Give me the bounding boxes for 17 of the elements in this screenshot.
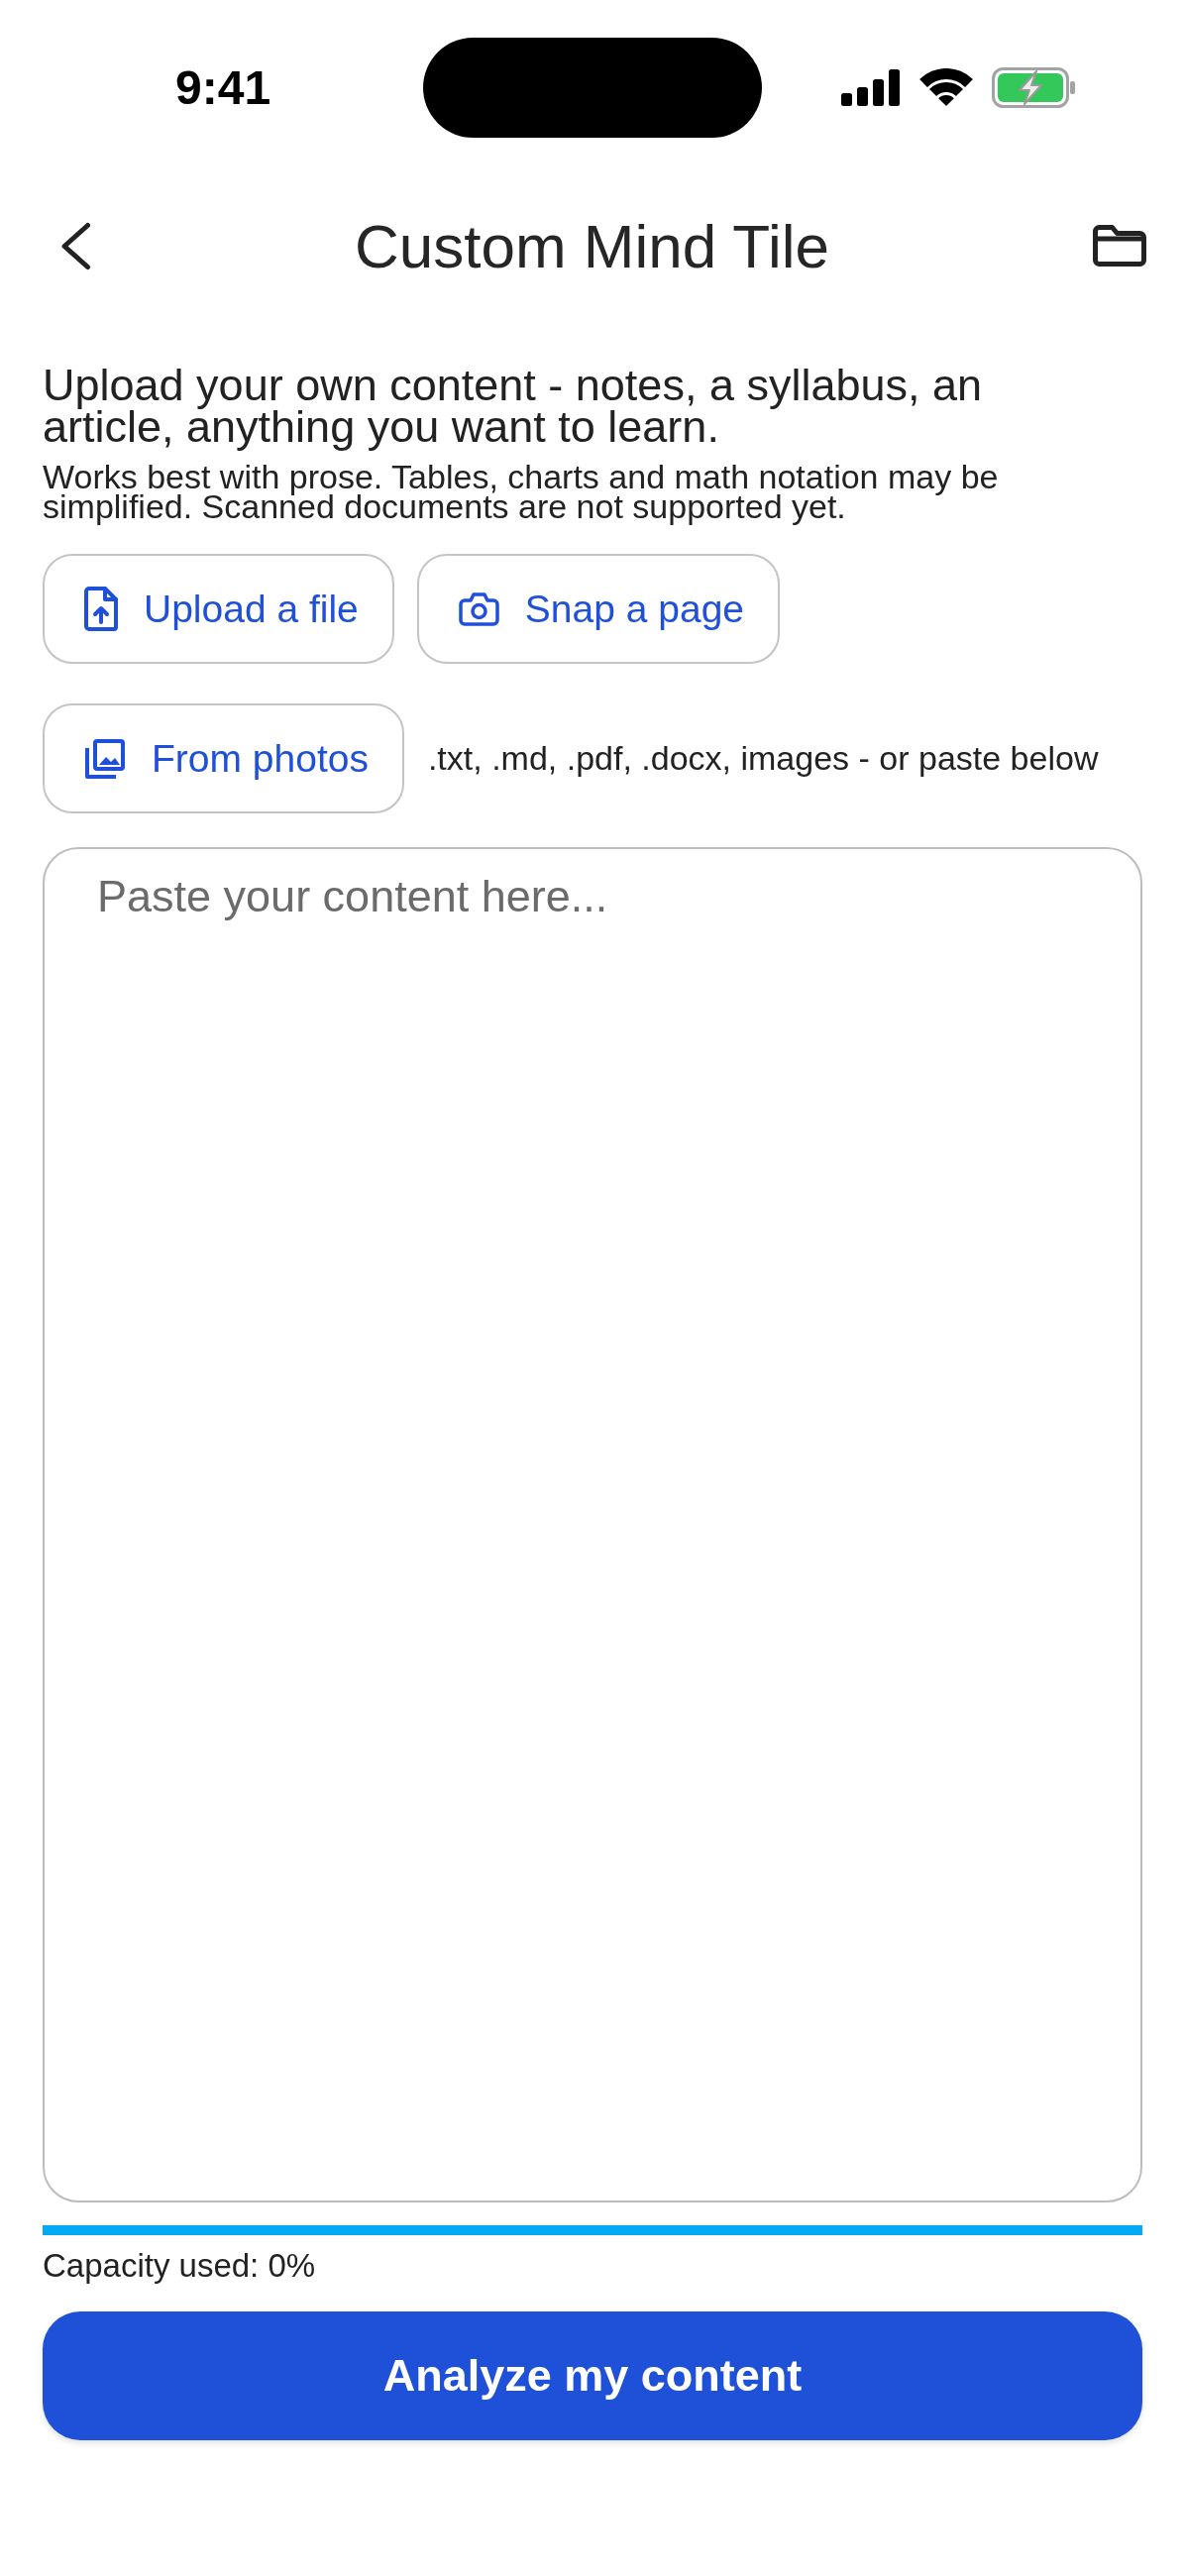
from-photos-button[interactable]: From photos xyxy=(43,703,404,813)
status-time: 9:41 xyxy=(175,59,270,115)
wifi-icon xyxy=(919,68,973,106)
capacity-label: Capacity used: 0% xyxy=(43,2246,316,2286)
battery-charging-icon xyxy=(992,66,1076,108)
photo-stack-icon xyxy=(84,737,126,780)
back-icon[interactable] xyxy=(60,221,91,270)
signal-icon xyxy=(841,68,901,106)
upload-file-button[interactable]: Upload a file xyxy=(43,554,394,664)
folder-icon[interactable] xyxy=(1093,224,1147,268)
snap-page-button[interactable]: Snap a page xyxy=(416,554,780,664)
content-input-field[interactable]: Paste your content here... xyxy=(43,847,1142,2202)
file-upload-icon xyxy=(84,587,118,631)
screen-title: Custom Mind Tile xyxy=(355,210,829,281)
camera-icon xyxy=(458,591,499,626)
analyze-button[interactable]: Analyze my content xyxy=(43,2311,1142,2440)
file-types-hint: .txt, .md, .pdf, .docx, images - or paste below xyxy=(427,739,1099,778)
